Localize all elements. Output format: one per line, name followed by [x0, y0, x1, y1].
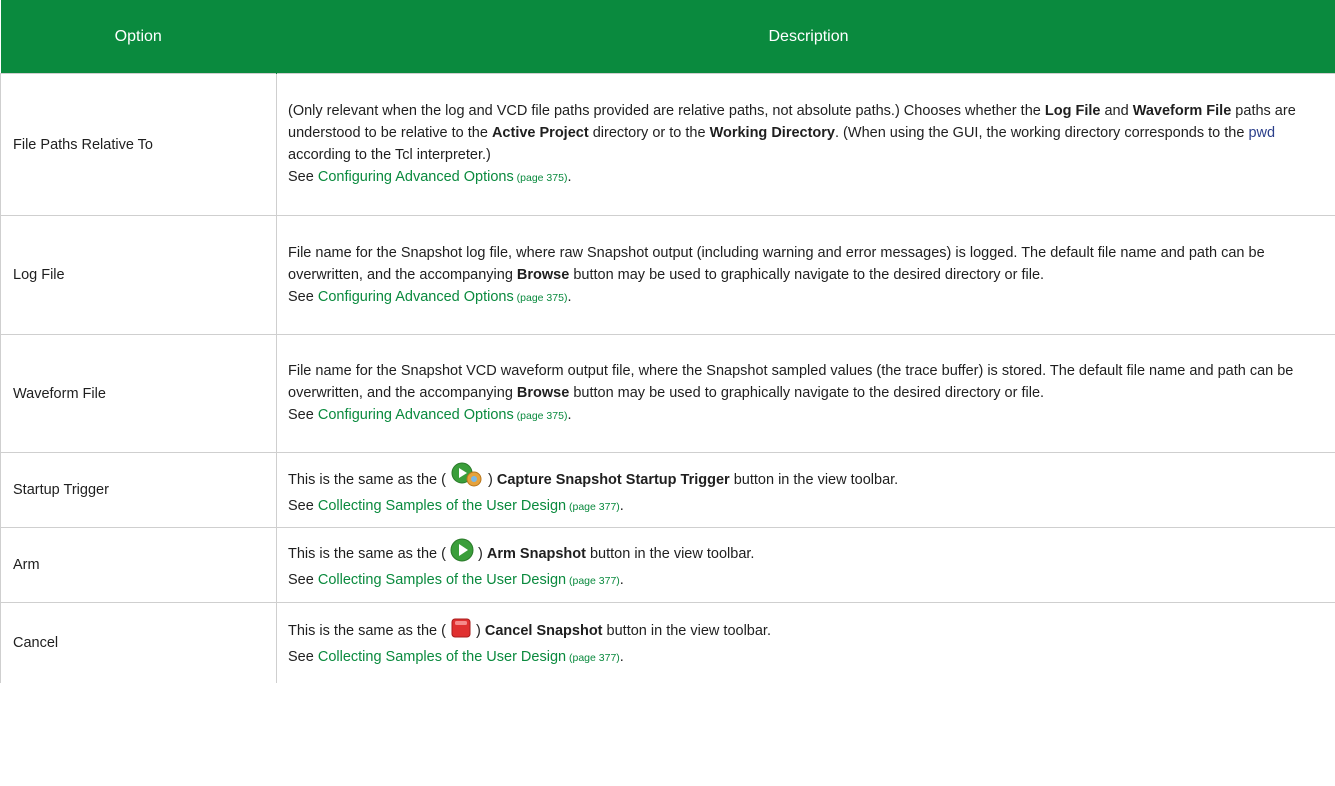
desc-text: button in the view toolbar. — [602, 623, 771, 639]
code-text: pwd — [1248, 125, 1276, 141]
option-cell: Cancel — [0, 602, 277, 683]
desc-bold: Arm Snapshot — [486, 546, 586, 562]
page-ref[interactable]: (page 375) — [514, 410, 568, 422]
desc-text: . — [567, 169, 572, 185]
link-configuring-advanced-options[interactable]: Configuring Advanced Options — [318, 169, 514, 185]
desc-bold: Waveform File — [1132, 103, 1232, 119]
link-collecting-samples[interactable]: Collecting Samples of the User Design — [318, 649, 566, 665]
desc-text: ) — [473, 546, 487, 562]
table-row: Waveform File File name for the Snapshot… — [0, 334, 1335, 453]
desc-bold: Capture Snapshot Startup Trigger — [496, 472, 730, 488]
description-cell: This is the same as the ( ) Capture Snap… — [276, 452, 1335, 528]
desc-text: button may be used to graphically naviga… — [569, 266, 1045, 283]
desc-text: button in the view toolbar. — [729, 472, 899, 488]
capture-startup-trigger-icon — [450, 462, 484, 495]
option-cell: File Paths Relative To — [0, 73, 277, 216]
desc-text: . — [619, 498, 624, 514]
desc-bold: Active Project — [491, 125, 589, 141]
see-text: See — [288, 649, 318, 665]
table-row: Arm This is the same as the ( ) Arm Snap… — [0, 527, 1335, 603]
desc-text: (Only relevant when the log and VCD file… — [288, 103, 1045, 119]
description-cell: This is the same as the ( ) Cancel Snaps… — [276, 602, 1335, 683]
desc-text: and — [1100, 103, 1133, 119]
table-row: Log File File name for the Snapshot log … — [0, 215, 1335, 335]
description-cell: File name for the Snapshot log file, whe… — [276, 215, 1335, 335]
desc-text: button may be used to graphically naviga… — [569, 385, 1045, 401]
desc-text: . — [619, 649, 624, 665]
see-text: See — [288, 169, 318, 185]
see-text: See — [288, 288, 318, 305]
table-header-row: Option Description — [0, 0, 1335, 74]
desc-text: . — [567, 407, 572, 423]
table-row: Cancel This is the same as the ( ) Cance… — [0, 602, 1335, 683]
page-ref[interactable]: (page 377) — [566, 575, 620, 587]
desc-bold: Cancel Snapshot — [484, 623, 603, 639]
desc-text: This is the same as the ( — [288, 623, 450, 639]
option-cell: Arm — [0, 527, 277, 603]
options-table: Option Description File Paths Relative T… — [0, 0, 1335, 683]
page-ref[interactable]: (page 375) — [514, 292, 568, 304]
desc-text: This is the same as the ( — [288, 546, 450, 562]
desc-bold: Browse — [516, 266, 570, 283]
table-row: File Paths Relative To (Only relevant wh… — [0, 73, 1335, 216]
cancel-snapshot-icon — [450, 617, 472, 646]
desc-text: This is the same as the ( — [288, 472, 450, 488]
page-ref[interactable]: (page 377) — [566, 652, 620, 664]
arm-snapshot-icon — [450, 538, 474, 569]
link-configuring-advanced-options[interactable]: Configuring Advanced Options — [318, 407, 514, 423]
desc-text: . — [619, 572, 624, 588]
desc-text: ) — [471, 623, 485, 639]
description-cell: (Only relevant when the log and VCD file… — [276, 73, 1335, 216]
desc-text: ) — [483, 472, 497, 488]
header-description: Description — [276, 0, 1335, 74]
desc-bold: Log File — [1044, 103, 1101, 119]
table-row: Startup Trigger This is the same as the … — [0, 452, 1335, 528]
option-cell: Log File — [0, 215, 277, 335]
desc-text: . — [567, 288, 572, 305]
option-cell: Waveform File — [0, 334, 277, 453]
desc-text: directory or to the — [588, 125, 710, 141]
description-cell: This is the same as the ( ) Arm Snapshot… — [276, 527, 1335, 603]
link-configuring-advanced-options[interactable]: Configuring Advanced Options — [318, 289, 514, 305]
see-text: See — [288, 572, 318, 588]
desc-bold: Browse — [516, 385, 570, 401]
see-text: See — [288, 498, 318, 514]
desc-bold: Working Directory — [709, 125, 835, 141]
link-collecting-samples[interactable]: Collecting Samples of the User Design — [318, 498, 566, 514]
desc-text: button in the view toolbar. — [585, 546, 755, 562]
link-collecting-samples[interactable]: Collecting Samples of the User Design — [318, 572, 566, 588]
description-cell: File name for the Snapshot VCD waveform … — [276, 334, 1335, 453]
see-text: See — [288, 407, 318, 423]
desc-text: . (When using the GUI, the working direc… — [835, 125, 1249, 141]
header-option: Option — [0, 0, 277, 74]
option-cell: Startup Trigger — [0, 452, 277, 528]
page-ref[interactable]: (page 377) — [566, 501, 620, 513]
desc-text: according to the Tcl interpreter.) — [288, 147, 491, 163]
page-ref[interactable]: (page 375) — [514, 172, 568, 184]
